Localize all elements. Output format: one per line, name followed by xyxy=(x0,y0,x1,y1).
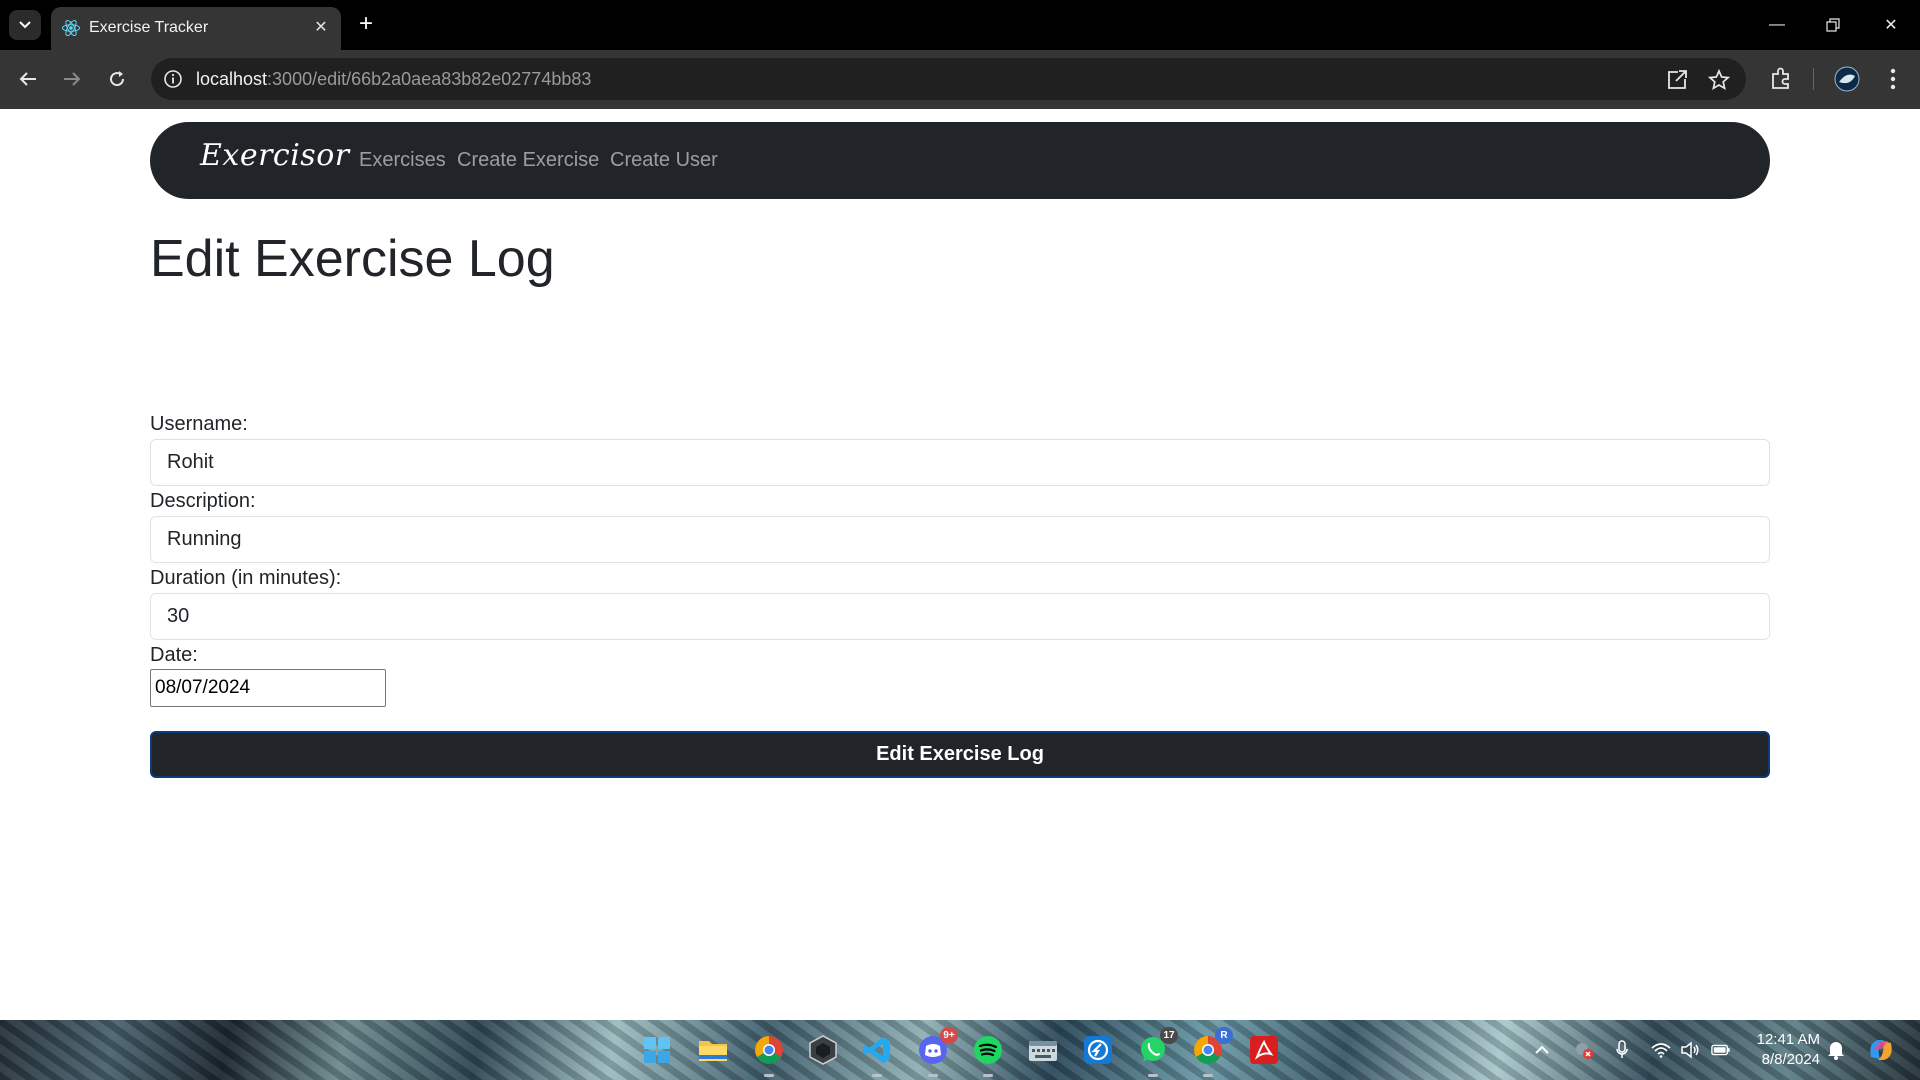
running-indicator xyxy=(764,1074,774,1077)
keyboard-icon xyxy=(1029,1041,1057,1061)
discord-icon[interactable]: 9+ xyxy=(916,1027,958,1067)
system-clock[interactable]: 12:41 AM 8/8/2024 xyxy=(1742,1030,1820,1070)
back-button[interactable] xyxy=(13,64,43,94)
running-indicator xyxy=(1148,1074,1158,1077)
nav-link-create-exercise[interactable]: Create Exercise xyxy=(457,149,599,172)
open-in-app-icon[interactable] xyxy=(1666,69,1688,91)
browser-toolbar: localhost:3000/edit/66b2a0aea83b82e02774… xyxy=(0,50,1920,109)
extensions-icon[interactable] xyxy=(1768,66,1794,92)
unity-logo-icon xyxy=(809,1035,837,1065)
volume-icon[interactable] xyxy=(1680,1040,1700,1060)
chrome-profile-icon[interactable]: R xyxy=(1191,1027,1233,1067)
running-indicator xyxy=(1203,1074,1213,1077)
tab-search-button[interactable] xyxy=(9,10,41,40)
folder-icon xyxy=(699,1041,727,1061)
reload-icon xyxy=(110,71,125,87)
bookmark-star-icon[interactable] xyxy=(1708,69,1730,91)
url-text[interactable]: localhost:3000/edit/66b2a0aea83b82e02774… xyxy=(196,69,591,90)
chevron-down-icon xyxy=(19,21,31,29)
discord-badge: 9+ xyxy=(940,1027,958,1044)
windows-logo-icon xyxy=(644,1037,670,1063)
chrome-dev-icon[interactable] xyxy=(752,1033,786,1067)
browser-tab[interactable]: Exercise Tracker ✕ xyxy=(51,7,341,50)
url-path: :3000/edit/66b2a0aea83b82e02774bb83 xyxy=(267,69,592,89)
clock-time: 12:41 AM xyxy=(1756,1031,1820,1048)
react-icon xyxy=(62,19,80,37)
description-field[interactable] xyxy=(150,516,1770,563)
running-indicator xyxy=(872,1074,882,1077)
battery-icon[interactable] xyxy=(1711,1040,1731,1060)
chevron-up-icon[interactable] xyxy=(1532,1040,1552,1060)
running-indicator xyxy=(983,1074,993,1077)
browser-tab-bar: Exercise Tracker ✕ + — ✕ xyxy=(0,0,1920,50)
arrow-right-icon xyxy=(64,72,81,86)
whatsapp-badge: 17 xyxy=(1160,1027,1178,1044)
username-field[interactable] xyxy=(150,439,1770,486)
link-app-icon xyxy=(1084,1036,1112,1064)
vscode-icon[interactable] xyxy=(860,1033,894,1067)
close-tab-icon[interactable]: ✕ xyxy=(311,17,331,37)
edit-exercise-log-button[interactable]: Edit Exercise Log xyxy=(150,731,1770,778)
description-label: Description: xyxy=(150,490,256,512)
duration-label: Duration (in minutes): xyxy=(150,567,342,589)
spotify-icon[interactable] xyxy=(971,1033,1005,1067)
close-window-button[interactable]: ✕ xyxy=(1876,12,1906,38)
whatsapp-icon[interactable]: 17 xyxy=(1136,1027,1178,1067)
spotify-logo-icon xyxy=(974,1036,1002,1064)
arrow-left-icon xyxy=(19,72,36,86)
duration-field[interactable] xyxy=(150,593,1770,640)
username-label: Username: xyxy=(150,413,248,435)
toolbar-separator xyxy=(1813,68,1814,90)
copilot-icon[interactable] xyxy=(1866,1035,1896,1065)
running-indicator xyxy=(928,1074,938,1077)
more-menu-icon[interactable] xyxy=(1880,66,1906,92)
unity-icon[interactable] xyxy=(806,1033,840,1067)
chrome-profile-badge: R xyxy=(1215,1027,1233,1044)
tab-title: Exercise Tracker xyxy=(89,19,209,36)
pdf-icon xyxy=(1250,1036,1278,1064)
navbar-brand[interactable]: Exercisor xyxy=(200,138,350,173)
nav-link-create-user[interactable]: Create User xyxy=(610,149,718,172)
page-viewport: Exercisor Exercises Create Exercise Crea… xyxy=(0,109,1920,1020)
page-title: Edit Exercise Log xyxy=(150,230,555,288)
file-explorer-icon[interactable] xyxy=(696,1033,730,1067)
date-picker-field[interactable] xyxy=(150,669,386,707)
acrobat-icon[interactable] xyxy=(1247,1033,1281,1067)
windows-start-icon[interactable] xyxy=(640,1033,674,1067)
info-icon[interactable] xyxy=(163,69,183,89)
clock-date: 8/8/2024 xyxy=(1761,1051,1820,1068)
notification-bell-icon[interactable] xyxy=(1826,1040,1846,1060)
keyboard-app-icon[interactable] xyxy=(1026,1033,1060,1067)
date-label: Date: xyxy=(150,644,198,666)
restore-button[interactable] xyxy=(1818,12,1848,38)
wifi-icon[interactable] xyxy=(1651,1040,1671,1060)
taskbar: 9+ 17 R 12:41 AM 8/8/2024 xyxy=(0,1020,1920,1080)
reload-button[interactable] xyxy=(102,64,132,94)
nav-link-exercises[interactable]: Exercises xyxy=(359,149,446,172)
address-bar[interactable]: localhost:3000/edit/66b2a0aea83b82e02774… xyxy=(151,58,1746,100)
chrome-icon xyxy=(755,1036,783,1064)
app-shortcut-icon[interactable] xyxy=(1081,1033,1115,1067)
profile-avatar-icon[interactable] xyxy=(1834,66,1860,92)
network-error-icon[interactable] xyxy=(1574,1040,1594,1060)
new-tab-button[interactable]: + xyxy=(354,10,378,37)
minimize-button[interactable]: — xyxy=(1762,12,1792,38)
navbar: Exercisor Exercises Create Exercise Crea… xyxy=(150,122,1770,199)
microphone-icon[interactable] xyxy=(1612,1040,1632,1060)
restore-icon xyxy=(1826,18,1840,32)
forward-button[interactable] xyxy=(57,64,87,94)
url-host: localhost xyxy=(196,69,268,89)
vscode-logo-icon xyxy=(863,1037,890,1063)
